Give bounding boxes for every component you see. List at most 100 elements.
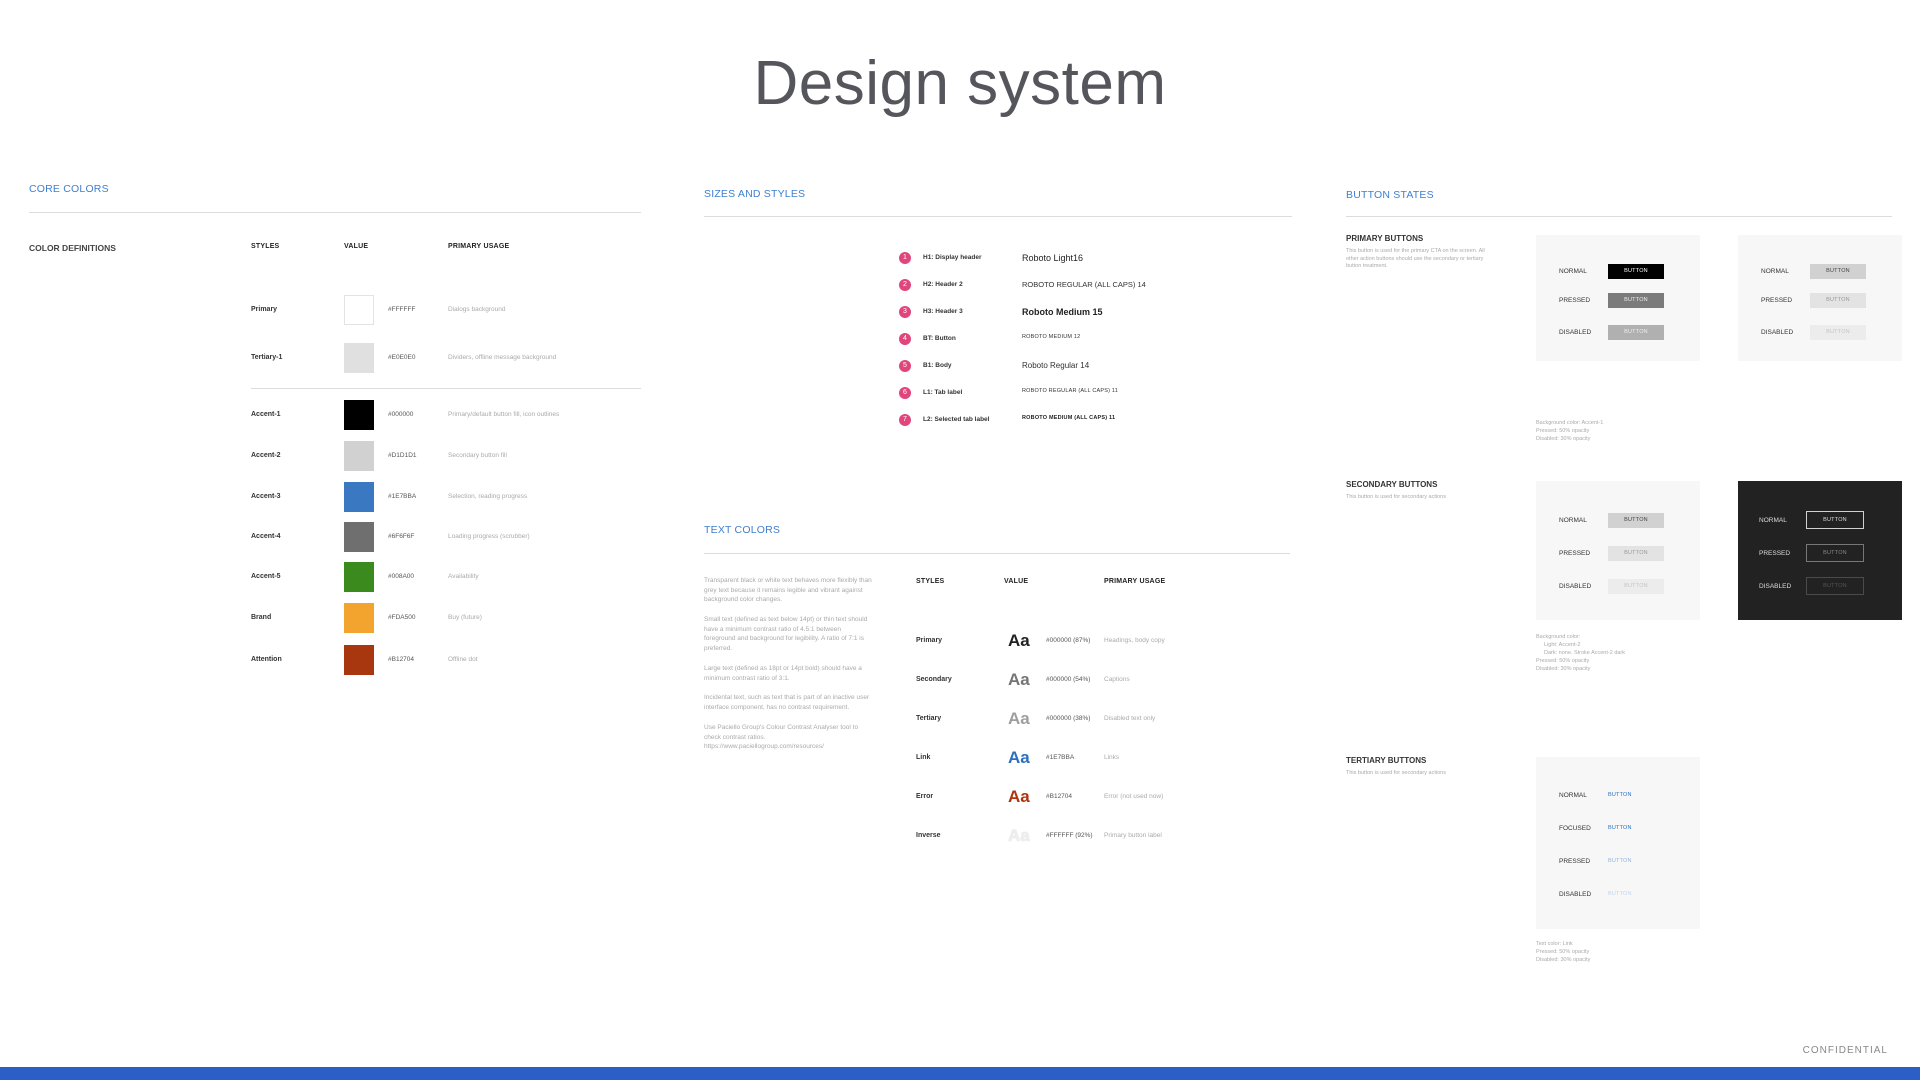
text-color-value: #000000 (87%) [1046,637,1091,644]
color-style-label: Brand [251,614,272,621]
text-color-style: Link [916,754,931,761]
color-swatch [344,482,374,512]
type-sample: ROBOTO REGULAR (ALL CAPS) 11 [1022,388,1118,394]
note-line: Disabled: 30% opacity [1536,436,1591,442]
color-style-label: Tertiary-1 [251,354,283,361]
text-color-style: Inverse [916,832,941,839]
primary-buttons-title: PRIMARY BUTTONS [1346,234,1424,243]
text-color-sample: Aa [1008,709,1030,728]
color-swatch [344,603,374,633]
primary-button-disabled[interactable]: BUTTON [1608,325,1664,340]
secondary-button-pressed[interactable]: BUTTON [1608,546,1664,561]
type-sample: Roboto Light16 [1022,253,1084,263]
state-label-normal: NORMAL [1559,792,1587,799]
color-value: #6F6F6F [388,533,415,540]
state-label-disabled: DISABLED [1559,583,1592,590]
primary-button-pressed[interactable]: BUTTON [1608,293,1664,308]
state-label-pressed: PRESSED [1759,550,1791,557]
col-header-usage: PRIMARY USAGE [448,243,510,250]
secondary-dark-button-disabled[interactable]: BUTTON [1806,577,1864,595]
secondary-buttons-panel-dark: NORMAL BUTTON PRESSED BUTTON DISABLED BU… [1738,481,1902,620]
note-line: Pressed: 50% opacity [1536,949,1590,955]
type-sample: ROBOTO REGULAR (ALL CAPS) 14 [1022,280,1146,289]
color-style-label: Accent-5 [251,573,281,580]
secondary-button-disabled[interactable]: BUTTON [1608,579,1664,594]
core-colors-row-divider [251,388,641,389]
secondary-style-button-pressed[interactable]: BUTTON [1810,293,1866,308]
state-label-focused: FOCUSED [1559,825,1591,832]
color-usage: Dividers, offline message background [448,354,557,361]
type-style-label: BT: Button [923,335,956,342]
sizes-styles-divider [704,216,1292,217]
state-label-disabled: DISABLED [1559,329,1592,336]
color-style-label: Accent-1 [251,411,281,418]
button-states-title: BUTTON STATES [1346,189,1434,201]
state-label-pressed: PRESSED [1559,858,1591,865]
confidential-label: CONFIDENTIAL [1802,1045,1888,1056]
color-swatch [344,343,374,373]
note-line: Light: Accent-2 [1544,642,1581,648]
tertiary-buttons-title: TERTIARY BUTTONS [1346,756,1427,765]
state-label-normal: NORMAL [1761,268,1789,275]
secondary-buttons-title: SECONDARY BUTTONS [1346,480,1438,489]
tertiary-button-focused[interactable]: BUTTON [1608,821,1638,836]
text-col-header-styles: STYLES [916,578,945,585]
color-swatch [344,441,374,471]
tertiary-button-pressed[interactable]: BUTTON [1608,854,1638,869]
state-label-normal: NORMAL [1559,268,1587,275]
color-value: #E0E0E0 [388,354,416,361]
text-color-sample: Aa [1008,787,1030,806]
page-title: Design system [753,49,1167,118]
tertiary-button-normal[interactable]: BUTTON [1608,788,1638,803]
secondary-dark-button-normal[interactable]: BUTTON [1806,511,1864,529]
state-label-pressed: PRESSED [1559,297,1591,304]
step-number-badge: 3 [899,306,911,318]
note-line: Background color: Accent-1 [1536,420,1604,426]
type-sample: ROBOTO MEDIUM 12 [1022,334,1081,340]
step-number-badge: 4 [899,333,911,345]
color-usage: Secondary button fill [448,452,507,459]
secondary-button-normal[interactable]: BUTTON [1608,513,1664,528]
type-style-label: B1: Body [923,362,952,369]
step-number-badge: 1 [899,252,911,264]
color-swatch [344,522,374,552]
color-value: #FFFFFF [388,306,416,313]
note-line: Disabled: 30% opacity [1536,666,1591,672]
text-color-style: Primary [916,637,943,644]
state-label-disabled: DISABLED [1761,329,1794,336]
text-colors-title: TEXT COLORS [704,524,781,536]
type-sample: Roboto Medium 15 [1022,307,1103,317]
color-style-label: Accent-3 [251,493,281,500]
type-style-label: L1: Tab label [923,389,963,396]
color-value: #1E7BBA [388,493,417,500]
color-definitions-label: COLOR DEFINITIONS [29,243,116,253]
step-number-badge: 2 [899,279,911,291]
primary-button-normal[interactable]: BUTTON [1608,264,1664,279]
secondary-style-button-normal[interactable]: BUTTON [1810,264,1866,279]
secondary-style-button-disabled[interactable]: BUTTON [1810,325,1866,340]
col-header-styles: STYLES [251,243,280,250]
text-colors-paragraph: Small text (defined as text below 14pt) … [704,616,868,652]
step-number-badge: 6 [899,387,911,399]
color-value: #000000 [388,411,414,418]
color-swatch [344,645,374,675]
text-colors-paragraph: Transparent black or white text behaves … [704,577,872,603]
secondary-buttons-panel-light: NORMAL BUTTON PRESSED BUTTON DISABLED BU… [1536,481,1700,620]
note-line: Disabled: 30% opacity [1536,957,1591,963]
note-line: Dark: none. Stroke Accent-2 dark [1544,650,1626,656]
note-line: Pressed: 50% opacity [1536,428,1590,434]
color-usage: Offline dot [448,656,478,663]
note-line: Pressed: 50% opacity [1536,658,1590,664]
type-style-label: H1: Display header [923,254,982,261]
text-color-usage: Error (not used now) [1104,793,1164,800]
secondary-dark-button-pressed[interactable]: BUTTON [1806,544,1864,562]
tertiary-buttons-note: Text color: Link Pressed: 50% opacity Di… [1536,940,1590,964]
color-value: #FDA500 [388,614,416,621]
tertiary-button-disabled[interactable]: BUTTON [1608,887,1638,902]
primary-buttons-panel-light: NORMAL BUTTON PRESSED BUTTON DISABLED BU… [1536,235,1700,361]
text-col-header-usage: PRIMARY USAGE [1104,578,1166,585]
color-usage: Primary/default button fill, icon outlin… [448,411,560,418]
state-label-pressed: PRESSED [1559,550,1591,557]
color-swatch [344,295,374,325]
sizes-styles-title: SIZES AND STYLES [704,188,806,200]
